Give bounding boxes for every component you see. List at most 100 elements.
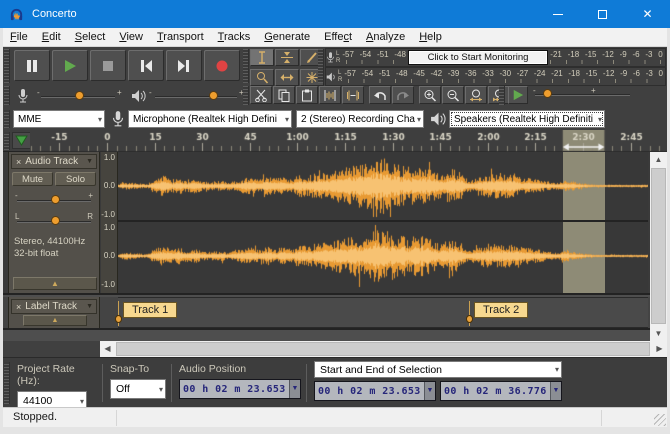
envelope-tool-button[interactable] [275,49,299,66]
gain-slider[interactable]: - + [15,190,93,207]
time-shift-tool-button[interactable] [275,69,299,86]
record-button[interactable] [204,50,240,81]
recording-channels-dropdown[interactable]: 2 (Stereo) Recording Channels▾ [296,110,424,128]
play-speed-handle[interactable] [543,89,552,98]
horizontal-scrollbar[interactable]: ◀ ▶ [100,341,667,357]
playback-volume-handle[interactable] [209,91,218,100]
cut-icon [254,89,268,102]
recording-device-mic-icon [111,110,125,128]
selection-start-field[interactable]: 00 h 02 m 23.653 s▼ [314,381,436,401]
waveform-area[interactable] [118,152,648,293]
fit-selection-button[interactable] [465,86,487,104]
stop-button[interactable] [90,50,126,81]
tools-grabber[interactable] [243,49,249,83]
audio-host-dropdown[interactable]: MME▾ [13,110,105,128]
mixer-grabber[interactable] [4,86,10,105]
playback-meter[interactable]: LR -57-54-51-48-45-42-39-36-33-30-27-24-… [325,67,666,86]
menu-help[interactable]: Help [412,28,449,47]
silence-audio-button[interactable] [342,86,364,104]
maximize-button[interactable] [580,0,625,28]
play-button[interactable] [52,50,88,81]
waveform-left-channel[interactable] [118,152,648,220]
menu-file[interactable]: File [3,28,35,47]
scroll-right-icon[interactable]: ▶ [652,341,667,357]
close-track-icon[interactable]: × [12,302,25,312]
menu-view[interactable]: View [112,28,150,47]
vertical-scale-ruler[interactable]: 1.00.0-1.0 1.00.0-1.0 [101,152,118,293]
timeline-grabber[interactable] [4,132,10,150]
menu-effect[interactable]: Effect [317,28,359,47]
audio-track-header[interactable]: × Audio Track ▼ [11,154,97,169]
mute-button[interactable]: Mute [12,172,53,186]
edit-grabber[interactable] [243,86,249,105]
menu-generate[interactable]: Generate [257,28,317,47]
audio-position-label: Audio Position [179,363,301,375]
undo-button[interactable] [369,86,391,104]
selection-mode-dropdown[interactable]: Start and End of Selection▾ [314,361,562,378]
solo-button[interactable]: Solo [55,172,96,186]
snap-to-dropdown[interactable]: Off▾ [110,379,166,399]
track-menu-caret-icon[interactable]: ▼ [86,303,96,310]
timeline-toolbar [3,130,667,152]
close-track-icon[interactable]: × [12,157,25,167]
playback-device-dropdown[interactable]: Speakers (Realtek High Definiti▾ [449,110,605,128]
menu-analyze[interactable]: Analyze [359,28,412,47]
redo-button[interactable] [392,86,414,104]
pause-button[interactable] [14,50,50,81]
chevron-down-icon: ▼ [424,382,435,400]
skip-to-end-button[interactable] [166,50,202,81]
label-track-name[interactable]: Label Track [25,301,86,312]
play-at-speed-button[interactable] [508,86,528,104]
collapse-track-button[interactable]: ▲ [13,277,97,290]
vertical-scrollbar-thumb[interactable] [651,168,666,324]
recording-meter[interactable]: LR -57-54-51-48-45-42-39-36-33-30-27-24-… [325,48,666,67]
selection-tool-button[interactable] [250,49,274,66]
audio-position-field[interactable]: 00 h 02 m 23.653 s▼ [179,379,301,399]
menu-edit[interactable]: Edit [35,28,68,47]
pinned-play-head-button[interactable] [12,132,31,149]
minimize-button[interactable] [535,0,580,28]
timeline-ruler[interactable] [30,130,667,152]
recording-volume-handle[interactable] [75,91,84,100]
zoom-out-button[interactable] [442,86,464,104]
transport-grabber[interactable] [4,49,10,83]
trim-audio-button[interactable] [319,86,341,104]
skip-to-start-button[interactable] [128,50,164,81]
zoom-tool-button[interactable] [250,69,274,86]
zoom-in-button[interactable] [419,86,441,104]
vertical-scrollbar[interactable]: ▲ ▼ [650,152,667,341]
selection-grabber[interactable] [4,362,10,404]
label-lane[interactable]: Track 1 Track 2 [118,297,648,328]
audio-track-name[interactable]: Audio Track [25,156,86,167]
pan-slider[interactable]: L R [15,211,93,228]
playback-volume-slider[interactable] [155,96,237,98]
scroll-down-icon[interactable]: ▼ [650,326,667,341]
copy-button[interactable] [273,86,295,104]
menu-transport[interactable]: Transport [150,28,211,47]
label-marker-icon[interactable] [115,315,122,323]
scroll-up-icon[interactable]: ▲ [650,152,667,167]
menu-select[interactable]: Select [68,28,113,47]
track-menu-caret-icon[interactable]: ▼ [86,158,96,165]
resize-grip[interactable] [654,414,666,426]
scroll-left-icon[interactable]: ◀ [100,341,115,357]
label-text[interactable]: Track 1 [123,302,177,318]
window-edge-bottom [0,427,670,434]
menu-tracks[interactable]: Tracks [211,28,258,47]
selection-end-field[interactable]: 00 h 02 m 36.776 s▼ [440,381,562,401]
horizontal-scrollbar-thumb[interactable] [116,342,650,356]
play-at-speed-grabber[interactable] [499,86,505,105]
label-text[interactable]: Track 2 [474,302,528,318]
paste-button[interactable] [296,86,318,104]
label-track-header[interactable]: × Label Track ▼ [11,299,97,314]
collapse-track-button[interactable]: ▲ [23,315,87,326]
pan-handle[interactable] [51,216,60,225]
cut-button[interactable] [250,86,272,104]
label-marker-icon[interactable] [466,315,473,323]
meter-grabber[interactable] [318,49,324,83]
close-button[interactable]: ✕ [625,0,670,28]
gain-handle[interactable] [51,195,60,204]
recording-device-dropdown[interactable]: Microphone (Realtek High Defini▾ [128,110,292,128]
device-grabber[interactable] [4,110,10,128]
waveform-right-channel[interactable] [118,222,648,290]
